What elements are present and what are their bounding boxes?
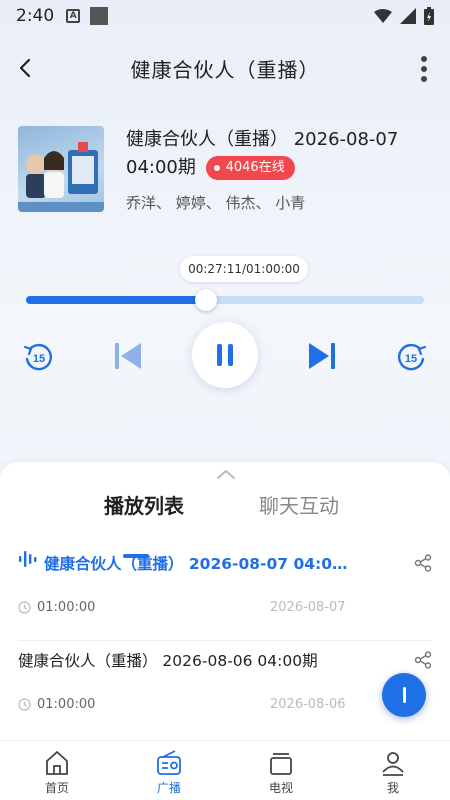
live-dot-icon: [213, 165, 220, 171]
nav-item-radio[interactable]: 广播: [124, 749, 214, 796]
status-bar: 2:40 A: [0, 0, 450, 32]
tab-chat[interactable]: 聊天互动: [259, 490, 339, 519]
signal-icon: [400, 8, 416, 24]
pause-icon: [217, 344, 233, 366]
floating-action-button[interactable]: [382, 673, 426, 717]
forward-15-icon[interactable]: 15: [394, 340, 428, 374]
show-info: 健康合伙人（重播） 2026-08-07 04:00期 4046在线 乔洋、 婷…: [18, 126, 432, 222]
bottom-navigation: 首页 广播 电视 我: [0, 740, 450, 800]
online-count-text: 4046在线: [225, 160, 285, 175]
nav-item-home[interactable]: 首页: [12, 749, 102, 796]
svg-text:15: 15: [405, 353, 417, 365]
duration-text: 01:00:00: [37, 697, 96, 712]
player-controls: 15 15: [0, 322, 450, 390]
now-playing-wave-icon: [19, 551, 37, 567]
progress-fill: [26, 296, 207, 304]
playlist-item-duration: 01:00:00: [18, 600, 95, 615]
home-icon: [46, 751, 68, 775]
back-arrow-icon[interactable]: [12, 54, 40, 82]
playlist-item-title: 健康合伙人（重播） 2026-08-07 04:00期: [44, 555, 354, 573]
online-count-badge: 4046在线: [205, 156, 295, 180]
share-icon[interactable]: [414, 554, 432, 572]
clock-icon: [18, 601, 31, 614]
nav-item-me[interactable]: 我: [348, 749, 438, 796]
share-icon[interactable]: [414, 651, 432, 669]
playback-time-display: 00:27:11/01:00:00: [180, 256, 308, 282]
notification-square-icon: [90, 7, 109, 25]
show-cover-image: [18, 126, 104, 212]
show-title: 健康合伙人（重播） 2026-08-07 04:00期 4046在线: [126, 126, 432, 182]
playlist-item-date: 2026-08-07: [270, 600, 346, 615]
fab-bar-icon: [402, 687, 406, 703]
nav-label: 首页: [44, 781, 69, 795]
nav-item-tv[interactable]: 电视: [236, 749, 326, 796]
more-options-icon[interactable]: [418, 54, 430, 84]
playlist-item-duration: 01:00:00: [18, 697, 95, 712]
radio-icon: [157, 750, 181, 775]
tab-playlist[interactable]: 播放列表: [104, 490, 184, 519]
person-icon: [382, 752, 404, 776]
pause-button[interactable]: [192, 322, 258, 388]
playlist-item[interactable]: 健康合伙人（重播） 2026-08-07 04:00期 01:00:00 202…: [18, 544, 432, 640]
playlist-item-title: 健康合伙人（重播） 2026-08-06 04:00期: [18, 652, 318, 670]
sheet-tabs: 播放列表 聊天互动: [0, 490, 450, 558]
nav-label: 电视: [268, 781, 293, 795]
tv-icon: [270, 753, 292, 775]
playlist-item[interactable]: 健康合伙人（重播） 2026-08-06 04:00期 01:00:00 202…: [18, 640, 432, 736]
wifi-icon: [374, 9, 392, 23]
progress-knob[interactable]: [195, 289, 218, 311]
playlist-item-date: 2026-08-06: [270, 697, 346, 712]
playback-progress-bar[interactable]: [26, 289, 424, 311]
status-time: 2:40: [16, 6, 55, 26]
duration-text: 01:00:00: [37, 600, 96, 615]
cover-art-graphic: [18, 142, 104, 212]
page-title: 健康合伙人（重播）: [130, 57, 320, 82]
a-notification-icon: A: [66, 9, 81, 23]
previous-track-icon[interactable]: [112, 340, 144, 372]
nav-label: 我: [386, 781, 399, 795]
show-hosts: 乔洋、 婷婷、 伟杰、 小青: [126, 194, 306, 212]
app-bar: 健康合伙人（重播）: [0, 44, 450, 92]
svg-text:15: 15: [33, 353, 45, 365]
rewind-15-icon[interactable]: 15: [22, 340, 56, 374]
nav-label: 广播: [156, 781, 181, 795]
clock-icon: [18, 698, 31, 711]
sheet-expand-chevron-icon[interactable]: [216, 468, 236, 480]
battery-icon: [424, 7, 434, 25]
next-track-icon[interactable]: [306, 340, 338, 372]
